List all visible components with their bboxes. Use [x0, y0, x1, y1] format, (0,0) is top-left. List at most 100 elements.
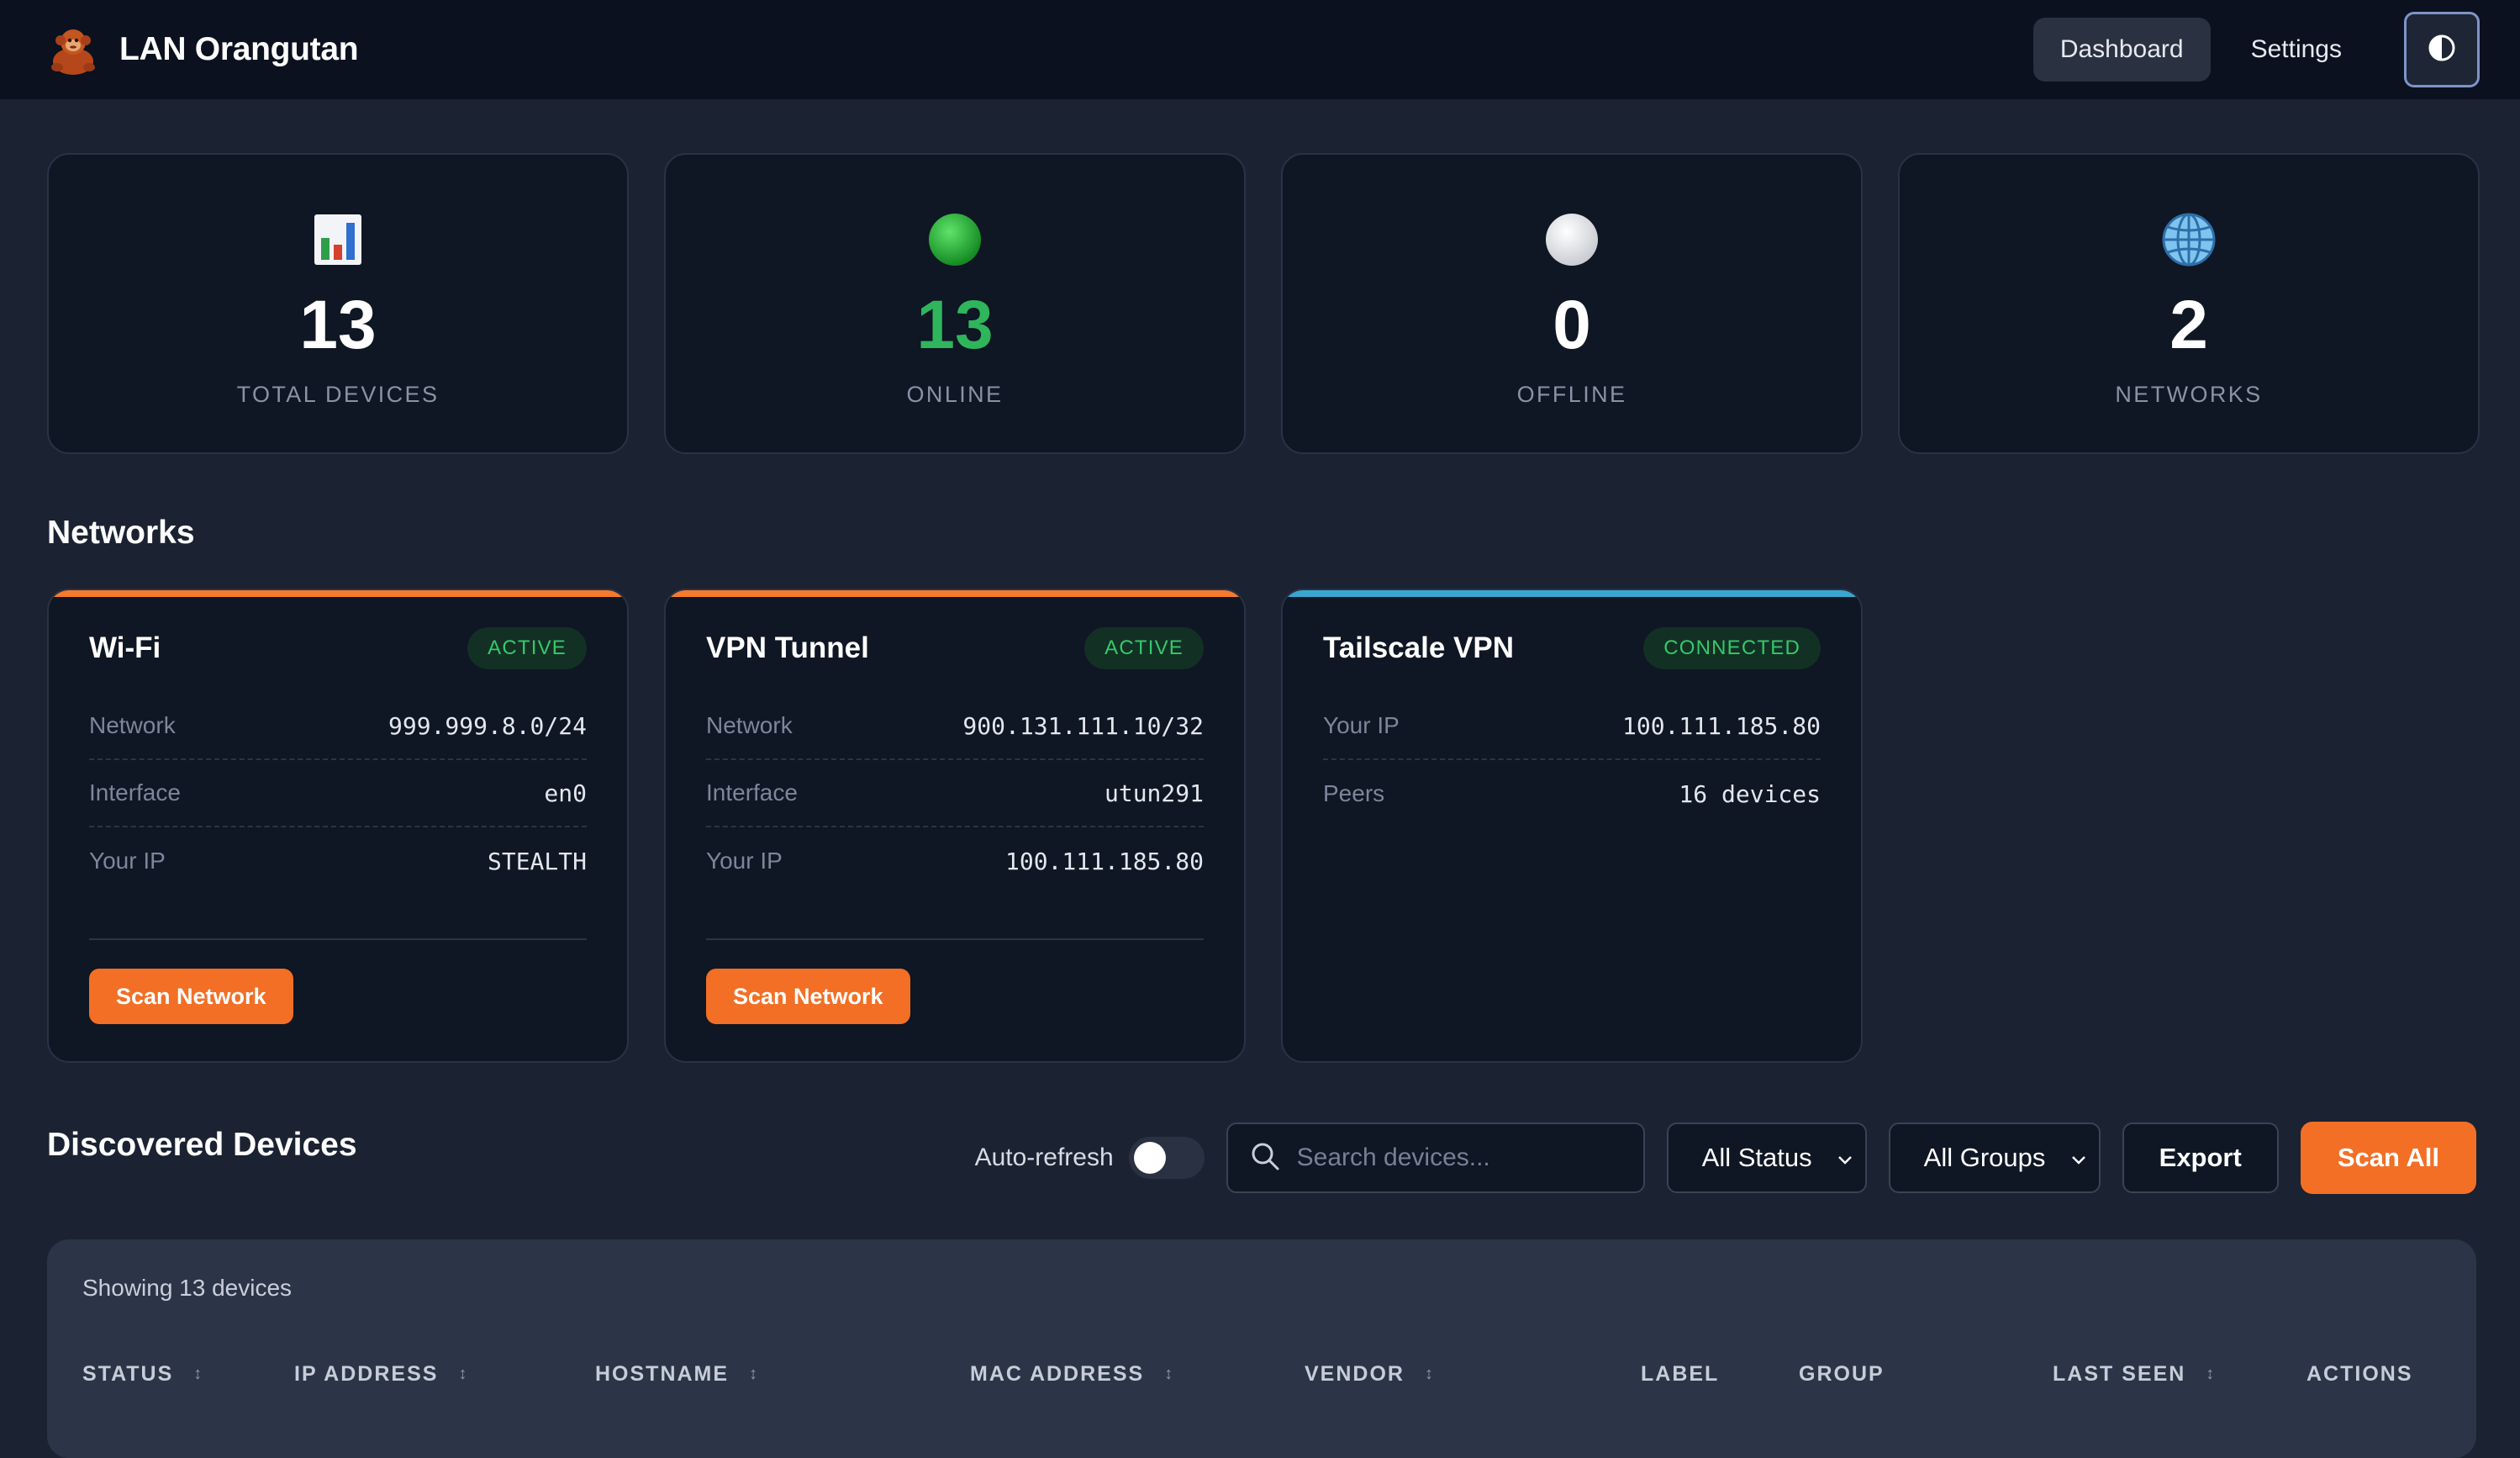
- top-navigation-bar: LAN Orangutan Dashboard Settings: [0, 0, 2520, 99]
- contrast-icon: [2428, 34, 2456, 66]
- row-value: en0: [544, 779, 587, 807]
- column-header-mac-address[interactable]: MAC ADDRESS ↕: [970, 1362, 1173, 1387]
- column-label: LABEL: [1641, 1362, 1720, 1386]
- accent-bar: [666, 590, 1244, 597]
- row-label: Your IP: [1323, 712, 1400, 738]
- row-value: 16 devices: [1679, 779, 1821, 808]
- row-value: utun291: [1104, 779, 1204, 807]
- stat-label: OFFLINE: [1516, 382, 1627, 407]
- sort-icon: ↕: [1164, 1365, 1173, 1383]
- nav-dashboard-button[interactable]: Dashboard: [2032, 18, 2211, 82]
- status-badge: ACTIVE: [1084, 627, 1204, 669]
- stat-label: ONLINE: [906, 382, 1004, 407]
- network-row: Network 999.999.8.0/24: [89, 693, 587, 760]
- chevron-down-icon: [1837, 1143, 1853, 1173]
- status-filter-select[interactable]: All Status: [1666, 1123, 1867, 1193]
- network-row: Your IP STEALTH: [89, 827, 587, 895]
- auto-refresh-toggle[interactable]: [1128, 1137, 1205, 1179]
- network-name: Tailscale VPN: [1323, 631, 1514, 664]
- toggle-knob: [1133, 1142, 1166, 1174]
- network-row: Interface en0: [89, 760, 587, 827]
- column-label: VENDOR: [1305, 1362, 1405, 1386]
- column-label: MAC ADDRESS: [970, 1362, 1145, 1386]
- status-badge: CONNECTED: [1643, 627, 1821, 669]
- column-header-actions: ACTIONS: [2306, 1362, 2413, 1387]
- group-filter-value: All Groups: [1923, 1143, 2046, 1172]
- row-label: Your IP: [706, 848, 783, 874]
- bar-chart-icon: [313, 212, 363, 267]
- stat-value: 0: [1553, 287, 1591, 363]
- stat-value: 2: [2169, 287, 2208, 363]
- scan-network-button[interactable]: Scan Network: [706, 969, 910, 1024]
- stat-value: 13: [299, 287, 377, 363]
- row-value: 999.999.8.0/24: [387, 711, 587, 740]
- search-box[interactable]: [1226, 1123, 1645, 1193]
- column-header-hostname[interactable]: HOSTNAME ↕: [595, 1362, 757, 1387]
- sort-icon: ↕: [749, 1365, 758, 1383]
- row-label: Your IP: [89, 848, 166, 874]
- network-card-tailscale: Tailscale VPN CONNECTED Your IP 100.111.…: [1281, 589, 1863, 1063]
- app-title: LAN Orangutan: [119, 31, 359, 67]
- scan-all-button[interactable]: Scan All: [2300, 1122, 2476, 1194]
- column-header-last-seen[interactable]: LAST SEEN ↕: [2053, 1362, 2214, 1387]
- scan-network-button[interactable]: Scan Network: [89, 969, 293, 1024]
- theme-toggle-button[interactable]: [2404, 12, 2480, 87]
- sort-icon: ↕: [458, 1365, 467, 1383]
- stat-card-networks: 2 NETWORKS: [1898, 153, 2480, 454]
- brand[interactable]: LAN Orangutan: [45, 22, 359, 77]
- sort-icon: ↕: [1424, 1365, 1433, 1383]
- column-label: HOSTNAME: [595, 1362, 730, 1386]
- status-badge: ACTIVE: [467, 627, 587, 669]
- network-row: Peers 16 devices: [1323, 760, 1821, 827]
- column-header-vendor[interactable]: VENDOR ↕: [1305, 1362, 1433, 1387]
- network-row: Your IP 100.111.185.80: [1323, 693, 1821, 760]
- device-count-text: Showing 13 devices: [82, 1275, 293, 1301]
- sort-icon: ↕: [2206, 1365, 2215, 1383]
- nav-settings-button[interactable]: Settings: [2224, 18, 2369, 82]
- devices-heading: Discovered Devices: [47, 1127, 357, 1163]
- network-name: VPN Tunnel: [706, 631, 869, 664]
- stats-row: 13 TOTAL DEVICES 13 ONLINE 0 OFFLINE 2 N…: [47, 153, 2480, 454]
- export-button[interactable]: Export: [2122, 1123, 2279, 1193]
- main-nav: Dashboard Settings: [2032, 12, 2480, 87]
- group-filter-select[interactable]: All Groups: [1888, 1123, 2101, 1193]
- networks-heading: Networks: [47, 515, 195, 551]
- row-label: Peers: [1323, 780, 1385, 806]
- networks-grid: Wi-Fi ACTIVE Network 999.999.8.0/24 Inte…: [47, 589, 1863, 1063]
- row-value: 900.131.111.10/32: [962, 711, 1204, 740]
- row-value: 100.111.185.80: [1004, 847, 1204, 875]
- stat-card-total-devices: 13 TOTAL DEVICES: [47, 153, 629, 454]
- devices-panel: Showing 13 devices STATUS ↕ IP ADDRESS ↕…: [47, 1239, 2476, 1458]
- search-input[interactable]: [1296, 1144, 1616, 1172]
- network-card-wifi: Wi-Fi ACTIVE Network 999.999.8.0/24 Inte…: [47, 589, 629, 1063]
- status-filter-value: All Status: [1701, 1143, 1812, 1172]
- white-circle-icon: [1544, 212, 1600, 267]
- globe-icon: [2161, 212, 2217, 267]
- column-header-group: GROUP: [1799, 1362, 1885, 1387]
- search-icon: [1250, 1141, 1280, 1175]
- divider: [706, 938, 1204, 940]
- network-card-vpn-tunnel: VPN Tunnel ACTIVE Network 900.131.111.10…: [664, 589, 1246, 1063]
- sort-icon: ↕: [193, 1365, 203, 1383]
- column-label: GROUP: [1799, 1362, 1885, 1386]
- row-label: Interface: [89, 779, 181, 806]
- row-label: Network: [706, 712, 793, 738]
- green-circle-icon: [927, 212, 983, 267]
- network-name: Wi-Fi: [89, 631, 161, 664]
- auto-refresh-label: Auto-refresh: [974, 1144, 1114, 1171]
- divider: [89, 938, 587, 940]
- column-header-label: LABEL: [1641, 1362, 1719, 1387]
- row-value: STEALTH: [487, 847, 587, 875]
- orangutan-logo-icon: [45, 22, 101, 77]
- stat-label: TOTAL DEVICES: [236, 382, 440, 407]
- column-header-ip-address[interactable]: IP ADDRESS ↕: [294, 1362, 467, 1387]
- accent-bar: [49, 590, 627, 597]
- stat-card-offline: 0 OFFLINE: [1281, 153, 1863, 454]
- network-row: Interface utun291: [706, 760, 1204, 827]
- row-value: 100.111.185.80: [1621, 711, 1821, 740]
- column-label: ACTIONS: [2306, 1362, 2413, 1386]
- column-header-status[interactable]: STATUS ↕: [82, 1362, 202, 1387]
- devices-toolbar: Auto-refresh All Status All Groups Expor…: [975, 1122, 2476, 1194]
- accent-bar: [1283, 590, 1861, 597]
- stat-card-online: 13 ONLINE: [664, 153, 1246, 454]
